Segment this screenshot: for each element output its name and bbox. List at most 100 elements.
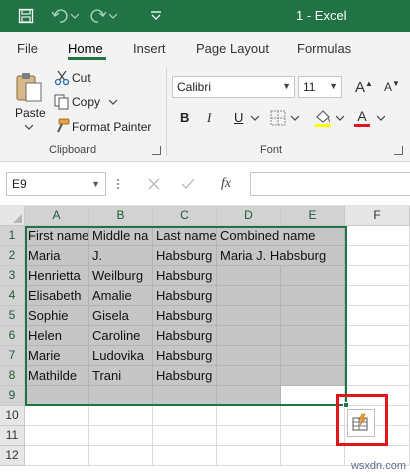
fill-color-icon[interactable] [313,108,333,128]
cell-e6[interactable] [281,326,345,346]
paste-icon[interactable] [14,70,44,104]
paste-button[interactable]: Paste [15,106,46,120]
borders-icon[interactable] [268,109,288,127]
cell-c1[interactable]: Last name [153,226,217,246]
font-size-select[interactable]: 11 ▼ [298,76,342,98]
cell-d5[interactable] [217,306,281,326]
cell-b5[interactable]: Gisela [89,306,153,326]
cell-f5[interactable] [345,306,410,326]
cell-b2[interactable]: J. [89,246,153,266]
row-header-11[interactable]: 11 [0,426,25,446]
borders-dropdown-icon[interactable] [290,114,300,122]
cell-c10[interactable] [153,406,217,426]
redo-dropdown-icon[interactable] [108,6,118,26]
font-name-select[interactable]: Calibri ▼ [172,76,295,98]
cell-e12[interactable] [281,446,345,466]
cell-c12[interactable] [153,446,217,466]
cell-d2[interactable]: Maria J. Habsburg [217,246,345,266]
cell-b4[interactable]: Amalie [89,286,153,306]
font-color-icon[interactable]: A [353,107,371,129]
cell-e8[interactable] [281,366,345,386]
underline-button[interactable]: U [234,110,243,125]
quick-analysis-button[interactable] [347,409,375,437]
cell-d6[interactable] [217,326,281,346]
cell-c5[interactable]: Habsburg [153,306,217,326]
column-header-f[interactable]: F [345,206,410,226]
fill-color-dropdown-icon[interactable] [335,114,345,122]
cell-e7[interactable] [281,346,345,366]
worksheet-grid[interactable]: A B C D E F 1 2 3 4 5 6 7 8 9 10 11 12 F… [0,206,410,474]
cell-c2[interactable]: Habsburg [153,246,217,266]
tab-insert[interactable]: Insert [133,41,166,56]
formula-input[interactable] [250,172,410,196]
cancel-icon[interactable] [146,176,162,192]
cell-f4[interactable] [345,286,410,306]
font-launcher-icon[interactable] [394,146,403,155]
cell-d10[interactable] [217,406,281,426]
cell-a11[interactable] [25,426,89,446]
format-painter-icon[interactable] [54,118,70,134]
cell-d3[interactable] [217,266,281,286]
cell-a5[interactable]: Sophie [25,306,89,326]
more-options-icon[interactable] [116,176,120,192]
row-header-12[interactable]: 12 [0,446,25,466]
clipboard-launcher-icon[interactable] [152,146,161,155]
insert-function-icon[interactable]: fx [216,174,236,194]
underline-dropdown-icon[interactable] [250,114,260,122]
cell-a1[interactable]: First name [25,226,89,246]
copy-icon[interactable] [54,94,70,110]
cell-b6[interactable]: Caroline [89,326,153,346]
cell-b9[interactable] [89,386,153,406]
cell-d4[interactable] [217,286,281,306]
row-header-5[interactable]: 5 [0,306,25,326]
cell-f6[interactable] [345,326,410,346]
name-box[interactable]: E9 ▼ [6,172,106,196]
cell-c8[interactable]: Habsburg [153,366,217,386]
cell-a10[interactable] [25,406,89,426]
cell-d9[interactable] [217,386,281,406]
cell-d7[interactable] [217,346,281,366]
cell-c9[interactable] [153,386,217,406]
copy-dropdown-icon[interactable] [108,98,118,106]
copy-button[interactable]: Copy [72,95,100,109]
cell-a8[interactable]: Mathilde [25,366,89,386]
cut-button[interactable]: Cut [72,71,91,85]
font-color-dropdown-icon[interactable] [376,114,386,122]
cell-c3[interactable]: Habsburg [153,266,217,286]
row-header-8[interactable]: 8 [0,366,25,386]
italic-button[interactable]: I [207,110,211,126]
row-header-4[interactable]: 4 [0,286,25,306]
increase-font-size-icon[interactable]: A ▲ [352,79,376,96]
undo-icon[interactable] [50,6,70,26]
row-header-9[interactable]: 9 [0,386,25,406]
cell-e4[interactable] [281,286,345,306]
cell-d8[interactable] [217,366,281,386]
cell-b11[interactable] [89,426,153,446]
column-header-a[interactable]: A [25,206,89,226]
customize-qat-icon[interactable] [146,6,166,26]
cell-d12[interactable] [217,446,281,466]
cell-b8[interactable]: Trani [89,366,153,386]
row-header-6[interactable]: 6 [0,326,25,346]
cell-c6[interactable]: Habsburg [153,326,217,346]
cell-d1[interactable]: Combined name [217,226,345,246]
column-header-b[interactable]: B [89,206,153,226]
cell-f1[interactable] [345,226,410,246]
row-header-7[interactable]: 7 [0,346,25,366]
column-header-e[interactable]: E [281,206,345,226]
cell-b7[interactable]: Ludovika [89,346,153,366]
cell-f3[interactable] [345,266,410,286]
row-header-3[interactable]: 3 [0,266,25,286]
cell-a3[interactable]: Henrietta [25,266,89,286]
save-icon[interactable] [16,6,36,26]
undo-dropdown-icon[interactable] [70,6,80,26]
cell-d11[interactable] [217,426,281,446]
cell-f2[interactable] [345,246,410,266]
row-header-1[interactable]: 1 [0,226,25,246]
cell-b1[interactable]: Middle na [89,226,153,246]
cell-a4[interactable]: Elisabeth [25,286,89,306]
cell-c11[interactable] [153,426,217,446]
cell-a2[interactable]: Maria [25,246,89,266]
format-painter-button[interactable]: Format Painter [72,120,151,134]
cell-a12[interactable] [25,446,89,466]
